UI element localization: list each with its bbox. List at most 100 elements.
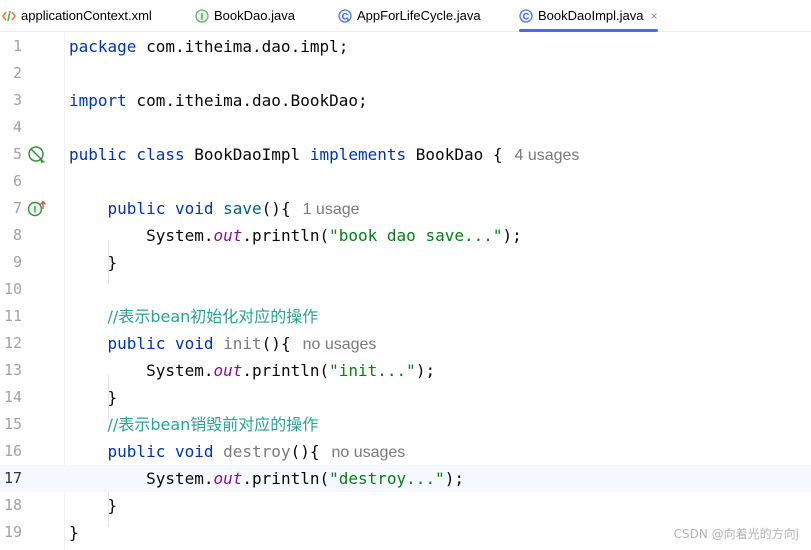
line-number: 3 [12, 91, 22, 109]
code-text: } [107, 253, 118, 272]
line-number: 11 [3, 307, 22, 325]
usages-hint[interactable]: no usages [303, 336, 377, 353]
watermark: CSDN @向着光的方向j [673, 527, 799, 541]
code-text: System. [146, 361, 214, 380]
code-text: .println( [242, 361, 330, 380]
code-line[interactable]: 2 [0, 60, 811, 87]
keyword: implements [309, 145, 407, 164]
svg-text:C: C [523, 11, 530, 21]
svg-text:I: I [201, 11, 204, 21]
code-text: } [107, 496, 118, 515]
line-number: 15 [3, 415, 22, 433]
tab-label: applicationContext.xml [21, 8, 152, 23]
line-number: 8 [12, 226, 22, 244]
keyword: import [69, 91, 127, 110]
string-literal: "init..." [329, 361, 416, 380]
code-line[interactable]: 13 System.out.println("init..."); [0, 357, 811, 384]
code-line-current[interactable]: 17 System.out.println("destroy..."); [0, 465, 811, 492]
static-field: out [213, 226, 243, 245]
code-line[interactable]: 7 I public void save(){ 1 usage [0, 195, 811, 222]
code-text: System. [146, 469, 214, 488]
code-line[interactable]: 10 [0, 276, 811, 303]
tab-bookdao-java[interactable]: I BookDao.java [195, 0, 295, 31]
implements-method-icon[interactable]: I [27, 200, 47, 218]
tab-application-context-xml[interactable]: applicationContext.xml [2, 0, 152, 31]
code-text: } [69, 523, 79, 542]
code-text: ); [502, 226, 522, 245]
import-name: com.itheima.dao.BookDao; [126, 91, 368, 110]
tab-appforlifecycle-java[interactable]: C AppForLifeCycle.java [338, 0, 481, 31]
xml-file-icon [2, 10, 16, 21]
line-number: 1 [12, 37, 22, 55]
code-text: ); [444, 469, 464, 488]
class-icon: C [519, 8, 533, 23]
tab-label: AppForLifeCycle.java [357, 8, 481, 23]
code-text: (){ [290, 442, 320, 461]
line-number: 10 [3, 280, 22, 298]
code-text: } [107, 388, 118, 407]
interface-icon: I [195, 8, 209, 23]
tab-label: BookDao.java [214, 8, 295, 23]
code-line[interactable]: 1 package com.itheima.dao.impl; [0, 33, 811, 60]
code-line[interactable]: 8 System.out.println("book dao save...")… [0, 222, 811, 249]
implementation-marker-icon[interactable] [27, 146, 47, 164]
line-number: 18 [3, 496, 22, 514]
code-text: .println( [242, 469, 330, 488]
comment: //表示bean销毁前对应的操作 [107, 415, 319, 434]
runnable-class-icon: C [338, 8, 352, 23]
code-line[interactable]: 5 public class BookDaoImpl implements Bo… [0, 141, 811, 168]
code-line[interactable]: 14 } [0, 384, 811, 411]
line-number: 17 [3, 469, 22, 487]
line-number: 14 [3, 388, 22, 406]
code-text: System. [146, 226, 214, 245]
code-line[interactable]: 11 //表示bean初始化对应的操作 [0, 303, 811, 330]
static-field: out [213, 361, 243, 380]
keyword: public void [107, 334, 214, 353]
code-line[interactable]: 6 [0, 168, 811, 195]
line-number: 9 [12, 253, 22, 271]
line-number: 2 [12, 64, 22, 82]
line-number: 12 [3, 334, 22, 352]
method-name: destroy [213, 442, 291, 461]
code-text: .println( [242, 226, 330, 245]
code-line[interactable]: 4 [0, 114, 811, 141]
method-name: save [213, 199, 262, 218]
usages-hint[interactable]: no usages [331, 444, 405, 461]
keyword: public class [69, 145, 185, 164]
line-number: 6 [12, 172, 22, 190]
line-number: 16 [3, 442, 22, 460]
keyword: public void [107, 442, 214, 461]
line-number: 7 [12, 199, 22, 217]
tab-label: BookDaoImpl.java [538, 8, 644, 23]
code-text: BookDao { [406, 145, 503, 164]
keyword: package [69, 37, 137, 56]
string-literal: "destroy..." [329, 469, 445, 488]
svg-text:I: I [34, 205, 37, 215]
code-editor[interactable]: 1 package com.itheima.dao.impl; 2 3 impo… [0, 32, 811, 550]
close-icon[interactable]: × [651, 9, 658, 23]
usages-hint[interactable]: 4 usages [514, 147, 579, 164]
line-number: 4 [12, 118, 22, 136]
code-text: (){ [261, 199, 291, 218]
code-line[interactable]: 15 //表示bean销毁前对应的操作 [0, 411, 811, 438]
code-line[interactable]: 9 } [0, 249, 811, 276]
keyword: public void [107, 199, 214, 218]
editor-tab-bar: applicationContext.xml I BookDao.java C … [0, 0, 811, 32]
code-line[interactable]: 12 public void init(){ no usages [0, 330, 811, 357]
string-literal: "book dao save..." [329, 226, 503, 245]
package-name: com.itheima.dao.impl; [136, 37, 349, 56]
static-field: out [213, 469, 243, 488]
line-number: 19 [3, 523, 22, 541]
line-number: 5 [12, 145, 22, 163]
line-number: 13 [3, 361, 22, 379]
comment: //表示bean初始化对应的操作 [107, 307, 319, 326]
code-line[interactable]: 18 } [0, 492, 811, 519]
code-line[interactable]: 3 import com.itheima.dao.BookDao; [0, 87, 811, 114]
code-text: ); [415, 361, 436, 380]
tab-bookdaoimpl-java[interactable]: C BookDaoImpl.java × [519, 0, 658, 32]
usages-hint[interactable]: 1 usage [303, 201, 360, 218]
class-name: BookDaoImpl [184, 145, 310, 164]
code-text: (){ [261, 334, 291, 353]
code-line[interactable]: 16 public void destroy(){ no usages [0, 438, 811, 465]
method-name: init [213, 334, 262, 353]
